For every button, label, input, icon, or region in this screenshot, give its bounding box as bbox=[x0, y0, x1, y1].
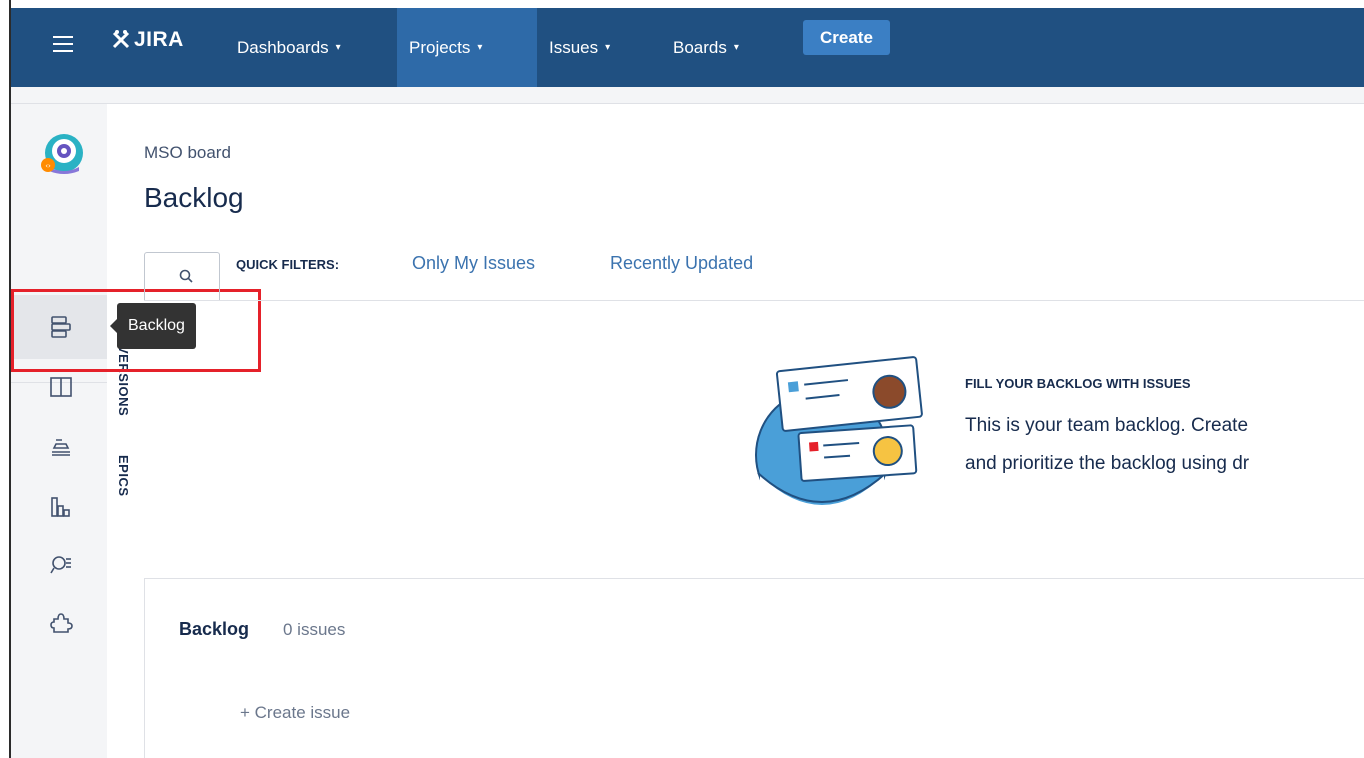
vertical-tab-column bbox=[107, 104, 143, 758]
project-sidebar: ‹› ••• bbox=[11, 104, 108, 758]
chevron-down-icon: ▾ bbox=[477, 42, 483, 53]
create-button[interactable]: Create bbox=[803, 20, 890, 55]
add-ons-icon bbox=[50, 613, 73, 633]
create-issue-link[interactable]: + Create issue bbox=[240, 703, 350, 723]
project-avatar[interactable]: ‹› bbox=[39, 131, 85, 177]
quick-filters-label: QUICK FILTERS: bbox=[236, 257, 340, 272]
jira-logo-icon bbox=[112, 30, 130, 49]
section-divider bbox=[144, 578, 1364, 579]
chevron-down-icon: ▾ bbox=[733, 42, 739, 53]
empty-backlog-illustration bbox=[755, 356, 923, 523]
hamburger-menu-icon[interactable] bbox=[53, 36, 73, 52]
nav-dashboards[interactable]: Dashboards ▾ bbox=[225, 8, 353, 87]
page-title: Backlog bbox=[144, 182, 244, 213]
window-frame-top bbox=[0, 0, 1364, 8]
empty-state-text-line-1: This is your team backlog. Create bbox=[965, 415, 1249, 436]
jira-logo[interactable]: JIRA bbox=[110, 28, 184, 52]
sidebar-item-issues[interactable] bbox=[41, 547, 81, 583]
chevron-down-icon: ▾ bbox=[605, 42, 611, 53]
empty-state-heading: FILL YOUR BACKLOG WITH ISSUES bbox=[965, 376, 1191, 391]
top-navigation: JIRA Dashboards ▾ Projects ▾ Issues ▾ Bo… bbox=[11, 8, 1364, 87]
sidebar-item-board[interactable] bbox=[41, 369, 81, 405]
nav-issues-label: Issues bbox=[549, 37, 599, 57]
breadcrumb[interactable]: MSO board bbox=[144, 143, 231, 163]
nav-dashboards-label: Dashboards bbox=[237, 37, 329, 57]
reports-icon bbox=[51, 497, 70, 517]
divider bbox=[144, 300, 1364, 301]
issues-search-icon bbox=[50, 556, 71, 574]
tab-epics[interactable]: EPICS bbox=[116, 455, 131, 497]
nav-projects-label: Projects bbox=[409, 37, 471, 57]
quick-filter-recently-updated[interactable]: Recently Updated bbox=[610, 253, 753, 274]
sidebar-item-releases[interactable] bbox=[41, 429, 81, 465]
sidebar-item-add-ons[interactable] bbox=[41, 604, 81, 640]
chevron-down-icon: ▾ bbox=[335, 42, 341, 53]
sidebar-item-reports[interactable] bbox=[41, 489, 81, 525]
window-frame-left bbox=[0, 0, 9, 758]
nav-boards-label: Boards bbox=[673, 37, 727, 57]
nav-issues[interactable]: Issues ▾ bbox=[537, 8, 622, 87]
annotation-highlight-box bbox=[11, 289, 261, 372]
empty-state-text-line-2: and prioritize the backlog using dr bbox=[965, 453, 1250, 474]
backlog-issue-count: 0 issues bbox=[283, 620, 346, 639]
nav-boards[interactable]: Boards ▾ bbox=[661, 8, 751, 87]
search-icon bbox=[179, 269, 193, 283]
nav-projects[interactable]: Projects ▾ bbox=[397, 8, 537, 87]
section-border bbox=[144, 578, 145, 758]
jira-logo-text: JIRA bbox=[134, 28, 184, 51]
backlog-section-title: Backlog bbox=[179, 619, 250, 639]
releases-icon bbox=[52, 439, 70, 456]
svg-text:‹›: ‹› bbox=[45, 162, 51, 170]
search-toggle[interactable] bbox=[144, 252, 220, 301]
board-icon bbox=[50, 377, 72, 397]
sub-header-bar bbox=[11, 87, 1364, 104]
quick-filter-only-my-issues[interactable]: Only My Issues bbox=[412, 253, 535, 274]
